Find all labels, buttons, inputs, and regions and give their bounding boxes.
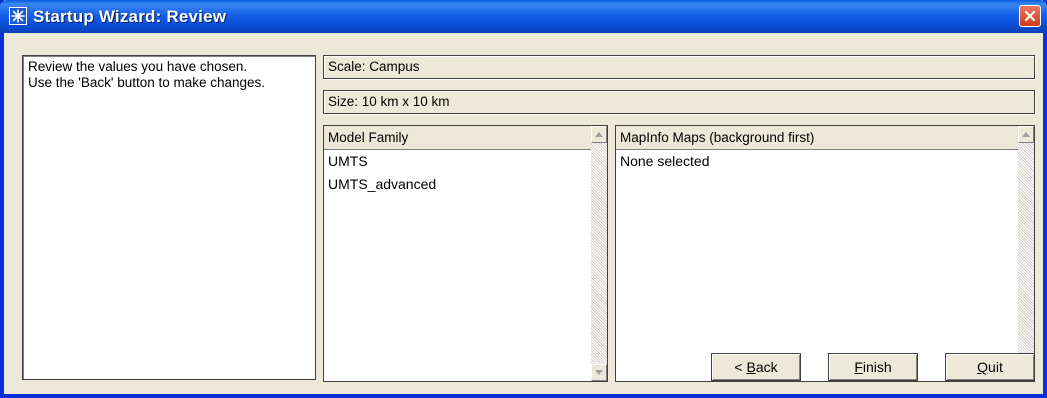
arrow-up-icon <box>1022 132 1030 137</box>
scroll-down-button[interactable] <box>591 364 607 381</box>
model-family-scrollbar[interactable] <box>591 126 607 381</box>
quit-button-mnemonic: Q <box>977 359 989 375</box>
model-family-header: Model Family <box>324 126 591 150</box>
list-item: None selected <box>620 153 710 169</box>
quit-button[interactable]: Quit <box>945 353 1035 381</box>
back-button-label: ack <box>755 359 778 375</box>
instructions-line-2: Use the 'Back' button to make changes. <box>28 75 266 90</box>
model-family-header-label: Model Family <box>328 130 409 145</box>
finish-button-mnemonic: F <box>854 359 863 375</box>
mapinfo-maps-header-label: MapInfo Maps (background first) <box>620 130 815 145</box>
back-button[interactable]: < Back <box>711 353 801 381</box>
scale-field: Scale: Campus <box>323 55 1035 79</box>
arrow-up-icon <box>595 132 603 137</box>
title-bar[interactable]: Startup Wizard: Review <box>0 0 1047 33</box>
startup-wizard-window: Startup Wizard: Review Review the values… <box>0 0 1047 398</box>
mapinfo-maps-list[interactable]: MapInfo Maps (background first) None sel… <box>615 125 1035 382</box>
wizard-client-area: Review the values you have chosen. Use t… <box>4 33 1043 394</box>
scroll-up-button[interactable] <box>591 126 607 143</box>
model-family-items: UMTS UMTS_advanced <box>324 150 591 196</box>
size-field: Size: 10 km x 10 km <box>323 90 1035 114</box>
model-family-list[interactable]: Model Family UMTS UMTS_advanced <box>323 125 608 382</box>
list-item[interactable]: UMTS_advanced <box>324 173 591 196</box>
size-value: Size: 10 km x 10 km <box>328 94 450 109</box>
mapinfo-maps-header: MapInfo Maps (background first) <box>616 126 1018 150</box>
close-button[interactable] <box>1019 5 1041 27</box>
scroll-up-button[interactable] <box>1018 126 1034 143</box>
close-icon <box>1024 10 1036 22</box>
mapinfo-maps-scrollbar[interactable] <box>1018 126 1034 381</box>
scale-value: Scale: Campus <box>328 59 420 74</box>
mapinfo-maps-items: None selected <box>616 150 1018 173</box>
instructions-text: Review the values you have chosen. Use t… <box>28 59 265 91</box>
arrow-down-icon <box>595 370 603 375</box>
finish-button-label: inish <box>862 359 892 375</box>
list-item[interactable]: UMTS <box>324 150 591 173</box>
instructions-line-1: Review the values you have chosen. <box>28 59 248 74</box>
finish-button[interactable]: Finish <box>828 353 918 381</box>
back-button-prefix: < <box>734 359 747 375</box>
quit-button-label: uit <box>988 359 1003 375</box>
window-title: Startup Wizard: Review <box>33 7 227 26</box>
instructions-panel: Review the values you have chosen. Use t… <box>22 55 316 380</box>
star-icon <box>9 7 27 25</box>
back-button-mnemonic: B <box>746 359 756 375</box>
